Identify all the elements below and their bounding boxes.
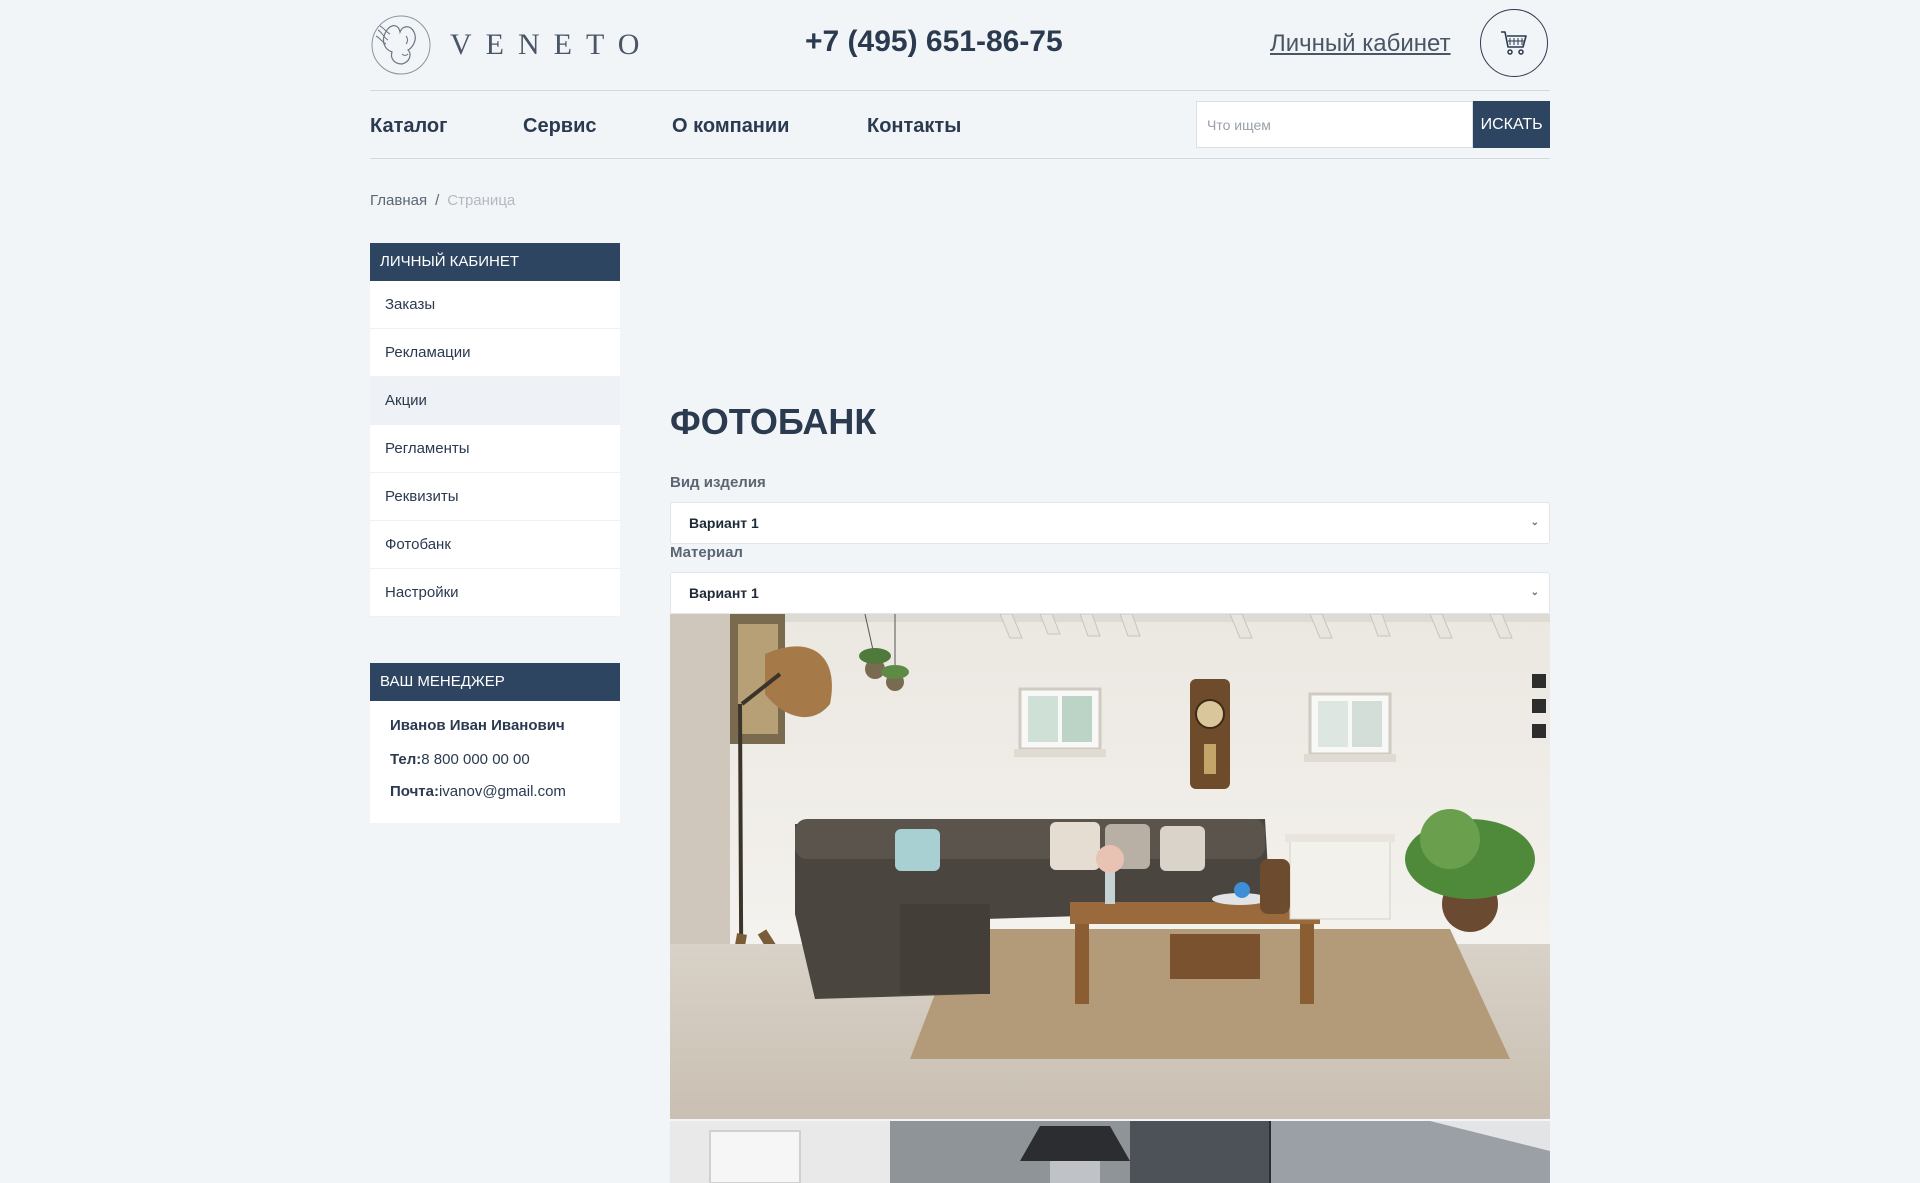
material-label: Материал (670, 544, 743, 561)
page-title: Фотобанк (670, 401, 877, 442)
photo-living-room[interactable] (670, 614, 1550, 1119)
manager-email: Почта:ivanov@gmail.com (390, 783, 600, 800)
breadcrumb: Главная / Страница (370, 192, 515, 209)
nav-item-service[interactable]: Сервис (523, 115, 597, 138)
sidebar-item-regulations[interactable]: Регламенты (370, 425, 620, 473)
sidebar-item-settings[interactable]: Настройки (370, 569, 620, 617)
sidebar-item-orders[interactable]: Заказы (370, 281, 620, 329)
phone-number[interactable]: +7 (495) 651-86-75 (805, 25, 1063, 59)
interior-2-image (670, 1121, 1550, 1183)
manager-panel: Ваш менеджер Иванов Иван Иванович Тел:8 … (370, 663, 620, 823)
sidebar-item-complaints[interactable]: Рекламации (370, 329, 620, 377)
nav-item-catalog[interactable]: Каталог (370, 115, 447, 138)
product-type-label: Вид изделия (670, 474, 766, 491)
chevron-down-icon: ⌄ (1530, 587, 1539, 598)
sidebar-item-promotions[interactable]: Акции (370, 377, 620, 425)
nav-item-contacts[interactable]: Контакты (867, 115, 961, 138)
photo-interior-2[interactable] (670, 1121, 1550, 1183)
header: VENETO +7 (495) 651-86-75 Личный кабинет (370, 0, 1550, 91)
manager-panel-title: Ваш менеджер (370, 663, 620, 701)
cart-button[interactable] (1480, 9, 1548, 77)
manager-email-value[interactable]: ivanov@gmail.com (439, 783, 566, 800)
main-nav: Каталог Сервис О компании Контакты ИСКАТ… (370, 91, 1550, 159)
search-form: ИСКАТЬ (1196, 101, 1550, 148)
logo[interactable]: VENETO (370, 13, 653, 77)
page: VENETO +7 (495) 651-86-75 Личный кабинет… (370, 0, 1550, 1183)
account-link[interactable]: Личный кабинет (1270, 30, 1451, 58)
cart-icon (1501, 31, 1527, 55)
sidebar-item-requisites[interactable]: Реквизиты (370, 473, 620, 521)
breadcrumb-separator: / (435, 192, 440, 209)
breadcrumb-home[interactable]: Главная (370, 192, 427, 209)
account-menu-title: Личный кабинет (370, 243, 620, 281)
manager-phone-label: Тел: (390, 751, 422, 768)
nav-item-about[interactable]: О компании (672, 115, 789, 138)
search-input[interactable] (1196, 101, 1474, 148)
manager-info: Иванов Иван Иванович Тел:8 800 000 00 00… (370, 701, 620, 823)
manager-phone: Тел:8 800 000 00 00 (390, 751, 600, 768)
logo-lion-icon (371, 15, 431, 75)
logo-text: VENETO (450, 28, 654, 61)
manager-phone-value[interactable]: 8 800 000 00 00 (421, 751, 529, 768)
chevron-down-icon: ⌄ (1530, 517, 1539, 528)
product-type-select[interactable]: Вариант 1 ⌄ (670, 502, 1550, 544)
sidebar-item-photobank[interactable]: Фотобанк (370, 521, 620, 569)
search-button[interactable]: ИСКАТЬ (1473, 101, 1550, 148)
product-type-value: Вариант 1 (689, 515, 759, 531)
material-select[interactable]: Вариант 1 ⌄ (670, 572, 1550, 614)
material-value: Вариант 1 (689, 585, 759, 601)
breadcrumb-current: Страница (447, 192, 516, 209)
account-menu: Личный кабинет Заказы Рекламации Акции Р… (370, 243, 620, 617)
manager-name: Иванов Иван Иванович (390, 717, 565, 734)
living-room-image (670, 614, 1550, 1119)
manager-email-label: Почта: (390, 783, 439, 800)
